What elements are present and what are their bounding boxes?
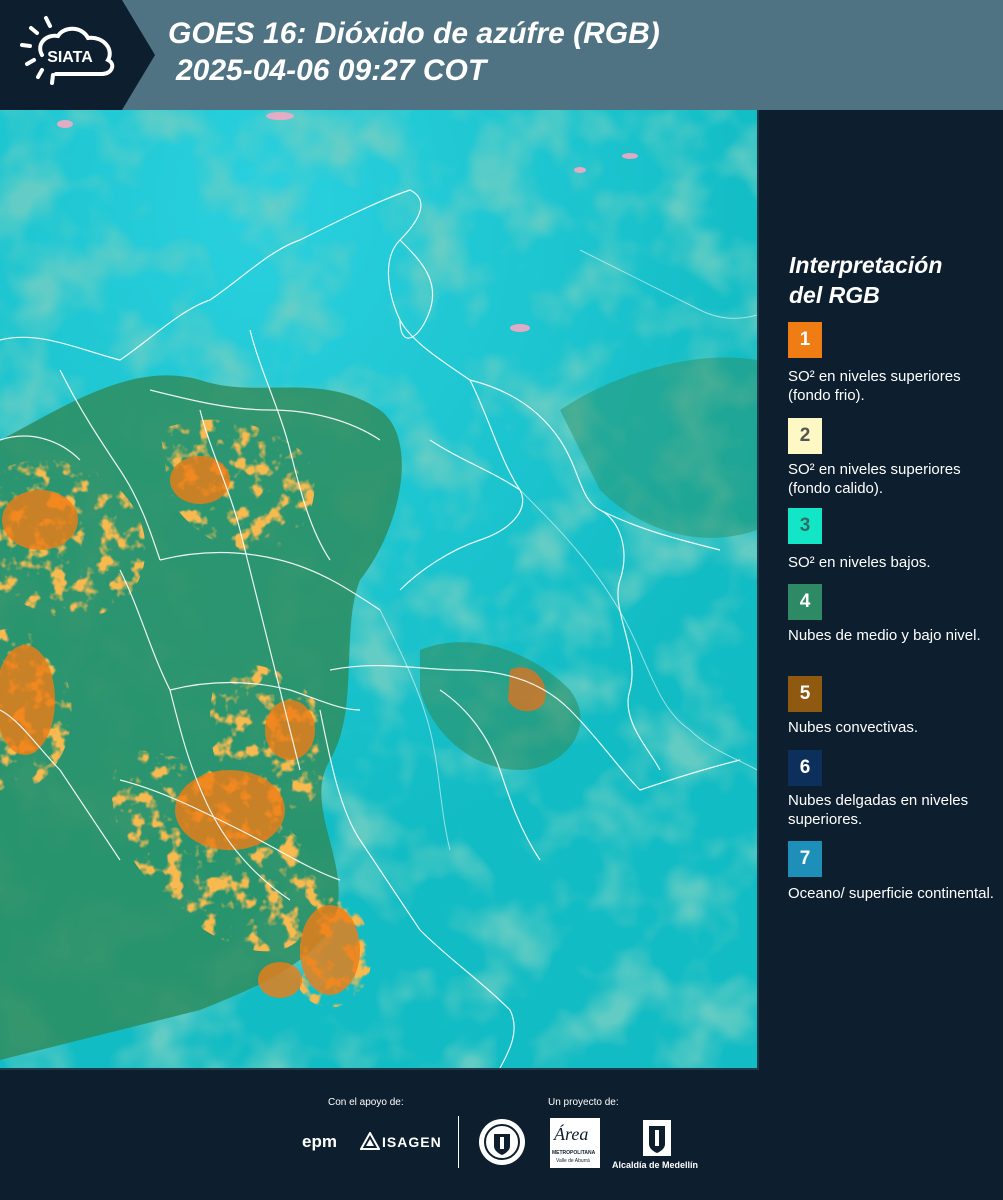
legend-swatch-6: 6 [788, 750, 822, 786]
page-title: GOES 16: Dióxido de azúfre (RGB) [168, 17, 660, 50]
legend-swatch-2: 2 [788, 418, 822, 454]
legend-number: 1 [799, 329, 811, 350]
legend-number: 6 [799, 757, 811, 778]
legend-label-7: Oceano/ superficie continental. [788, 885, 994, 902]
legend-swatch-1: 1 [788, 322, 822, 358]
area-metropolitana-logo: Área METROPOLITANA Valle de Aburrá [550, 1118, 600, 1168]
svg-text:SIATA: SIATA [47, 49, 93, 66]
legend-number: 4 [799, 591, 811, 612]
isagen-mark-icon [360, 1132, 380, 1150]
legend-title-line2: del RGB [789, 282, 880, 308]
support-label: Con el apoyo de: [328, 1097, 404, 1108]
header-bar: SIATA GOES 16: Dióxido de azúfre (RGB) 2… [0, 0, 1003, 110]
legend-label-2: SO² en niveles superiores (fondo calido)… [788, 461, 961, 497]
footer-divider [458, 1116, 459, 1168]
legend-number: 5 [799, 683, 811, 704]
legend-panel: Interpretación del RGB 1 SO² en niveles … [760, 110, 1003, 1068]
siata-logo: SIATA [0, 0, 155, 110]
legend-swatch-7: 7 [788, 841, 822, 877]
legend-label-6: Nubes delgadas en niveles superiores. [788, 792, 969, 828]
legend-swatch-5: 5 [788, 676, 822, 712]
page-timestamp: 2025-04-06 09:27 COT [176, 54, 487, 87]
legend-number: 7 [799, 848, 811, 869]
epm-logo: epm [302, 1132, 337, 1151]
legend-number: 2 [799, 425, 811, 446]
footer-bar: Con el apoyo de: Un proyecto de: epm ISA… [0, 1070, 1003, 1200]
legend-label-1: SO² en niveles superiores (fondo frio). [788, 368, 961, 404]
legend-swatch-3: 3 [788, 508, 822, 544]
legend-label-4: Nubes de medio y bajo nivel. [788, 627, 981, 644]
medellin-seal [478, 1118, 526, 1171]
legend-label-3: SO² en niveles bajos. [788, 554, 931, 571]
satellite-image [0, 110, 759, 1070]
legend-title: Interpretación del RGB [789, 250, 999, 310]
legend-title-line1: Interpretación [789, 252, 943, 278]
legend-label-5: Nubes convectivas. [788, 719, 919, 736]
alcaldia-shield-icon [643, 1120, 671, 1156]
project-label: Un proyecto de: [548, 1097, 619, 1108]
seal-icon [479, 1119, 525, 1165]
legend-number: 3 [799, 515, 811, 536]
legend-swatch-4: 4 [788, 584, 822, 620]
